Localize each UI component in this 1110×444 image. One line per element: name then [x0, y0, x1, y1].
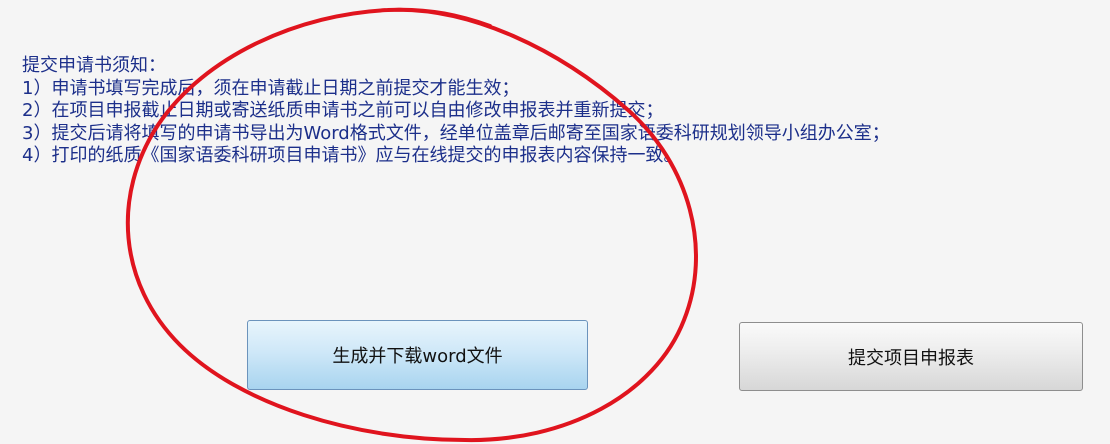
- notice-item-4: 4）打印的纸质《国家语委科研项目申请书》应与在线提交的申报表内容保持一致。: [22, 145, 682, 166]
- generate-word-button-label: 生成并下载word文件: [332, 346, 503, 367]
- generate-word-button[interactable]: 生成并下载word文件: [247, 320, 588, 390]
- content-panel: 提交申请书须知： 1）申请书填写完成后，须在申请截止日期之前提交才能生效； 2）…: [0, 0, 1110, 444]
- notice-title: 提交申请书须知：: [22, 55, 166, 76]
- notice-item-2: 2）在项目申报截止日期或寄送纸质申请书之前可以自由修改申报表并重新提交；: [22, 100, 664, 121]
- notice-item-1: 1）申请书填写完成后，须在申请截止日期之前提交才能生效；: [22, 77, 520, 99]
- submit-application-button[interactable]: 提交项目申报表: [739, 322, 1083, 391]
- submission-notice: 提交申请书须知： 1）申请书填写完成后，须在申请截止日期之前提交才能生效； 2）…: [22, 55, 890, 168]
- notice-item-3: 3）提交后请将填写的申请书导出为Word格式文件，经单位盖章后邮寄至国家语委科研…: [22, 122, 890, 144]
- submit-application-button-label: 提交项目申报表: [848, 347, 974, 369]
